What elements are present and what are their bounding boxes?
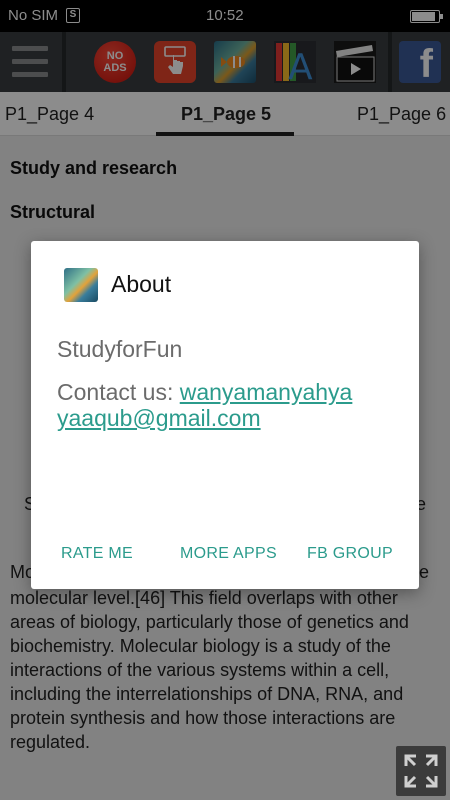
fb-group-button[interactable]: FB GROUP bbox=[307, 545, 393, 563]
expand-icon bbox=[404, 754, 438, 788]
rate-me-button[interactable]: RATE ME bbox=[61, 545, 133, 563]
app-name: StudyforFun bbox=[57, 336, 183, 362]
contact-text: Contact us: wanyamanyahyayaaqub@gmail.co… bbox=[57, 379, 357, 431]
contact-prefix: Contact us: bbox=[57, 379, 180, 405]
about-dialog: About StudyforFun Contact us: wanyamanya… bbox=[31, 241, 419, 589]
app-icon bbox=[64, 268, 98, 302]
more-apps-button[interactable]: MORE APPS bbox=[180, 545, 277, 563]
fullscreen-button[interactable] bbox=[396, 746, 446, 796]
dialog-title: About bbox=[111, 271, 172, 297]
